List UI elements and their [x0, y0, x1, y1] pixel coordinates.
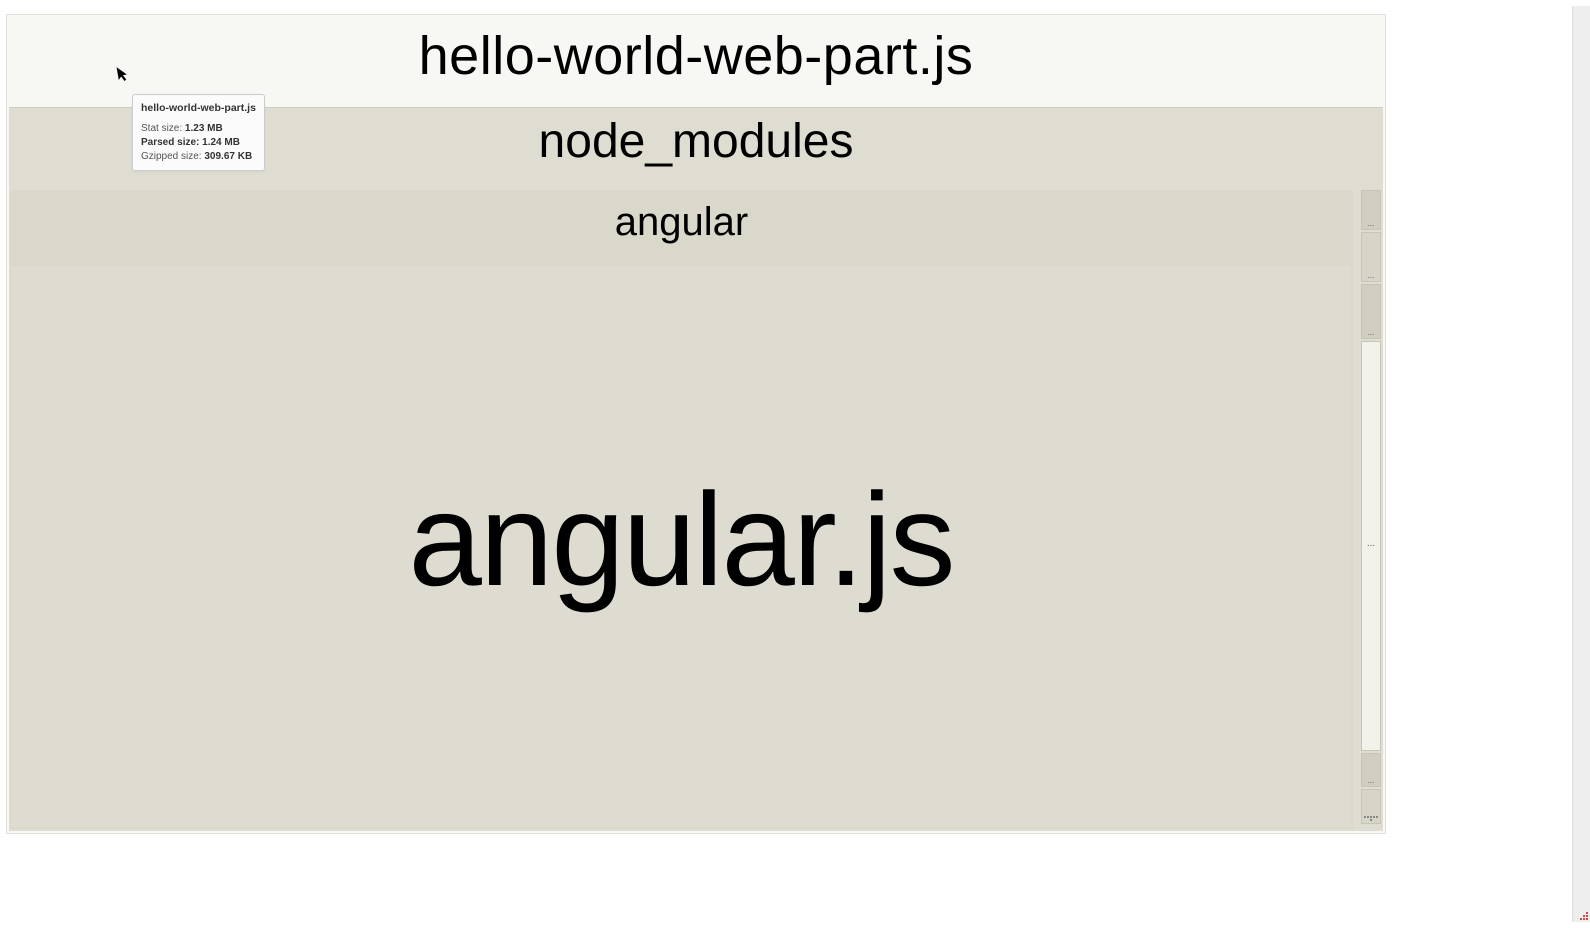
resize-grip-icon[interactable]: [1576, 908, 1588, 920]
tooltip-stat-value: 1.23 MB: [185, 123, 223, 134]
ellipsis-icon: ...: [1362, 538, 1380, 549]
treemap-node-label: angular.js: [11, 463, 1351, 614]
tooltip-parsed-row: Parsed size: 1.24 MB: [141, 136, 256, 150]
ellipsis-icon: [1364, 816, 1378, 821]
treemap-node-small[interactable]: ...: [1361, 753, 1381, 787]
ellipsis-icon: ...: [1362, 219, 1380, 228]
tooltip-title: hello-world-web-part.js: [141, 101, 256, 116]
treemap-node-small[interactable]: ...: [1361, 232, 1381, 282]
treemap-node-small[interactable]: ...: [1361, 284, 1381, 339]
tooltip-parsed-value: 1.24 MB: [202, 137, 240, 148]
tooltip-gzip-label: Gzipped size:: [141, 151, 202, 162]
treemap-node-small[interactable]: ...: [1361, 341, 1381, 751]
treemap-node-angular[interactable]: angular angular.js: [10, 190, 1353, 829]
tooltip-stat-label: Stat size:: [141, 123, 182, 134]
treemap-node-small[interactable]: ...: [1361, 190, 1381, 230]
treemap-node-label: hello-world-web-part.js: [7, 15, 1385, 105]
tooltip-stat-row: Stat size: 1.23 MB: [141, 122, 256, 136]
treemap-node-small[interactable]: [1361, 789, 1381, 824]
treemap-node-label: angular: [10, 190, 1353, 263]
ellipsis-icon: ...: [1362, 271, 1380, 280]
tooltip-parsed-label: Parsed size:: [141, 137, 199, 148]
treemap-node-node-modules[interactable]: node_modules angular angular.js ... ... …: [9, 107, 1383, 831]
ellipsis-icon: ...: [1362, 776, 1380, 785]
tooltip-gzip-value: 309.67 KB: [204, 151, 252, 162]
tooltip: hello-world-web-part.js Stat size: 1.23 …: [132, 94, 265, 171]
tooltip-gzip-row: Gzipped size: 309.67 KB: [141, 150, 256, 164]
treemap-canvas[interactable]: hello-world-web-part.js node_modules ang…: [6, 6, 1406, 922]
vertical-scrollbar[interactable]: [1572, 6, 1590, 922]
treemap-node-angular-js[interactable]: angular.js: [11, 266, 1351, 827]
ellipsis-icon: ...: [1362, 328, 1380, 337]
